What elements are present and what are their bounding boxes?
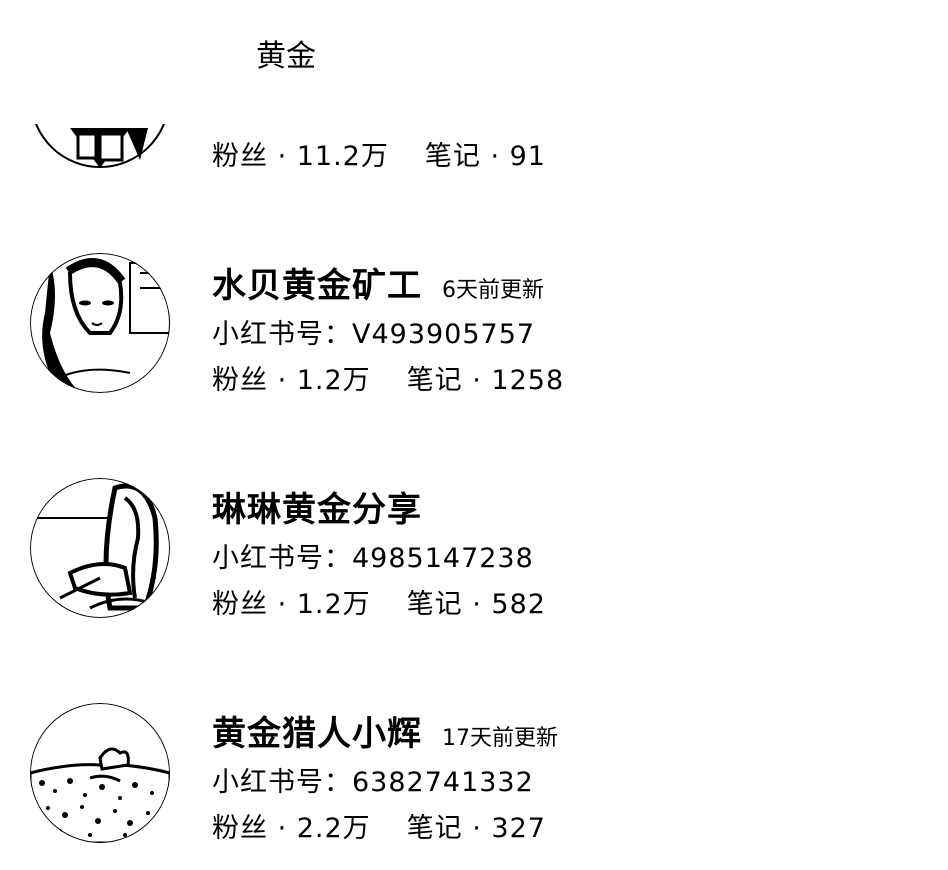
user-name-line: 水贝黄金矿工 6天前更新 [212, 258, 544, 307]
red-id: 小红书号：V493905757 [212, 319, 536, 350]
user-name[interactable]: 水贝黄金矿工 [212, 258, 422, 307]
woman-portrait-avatar-icon [30, 253, 170, 393]
red-id: 小红书号：4985147238 [212, 543, 534, 574]
updated-badge: 17天前更新 [442, 726, 558, 751]
section-keyword: 黄金 [256, 39, 316, 74]
fans-notes-line: 粉丝 · 2.2万 笔记 · 327 [212, 806, 546, 845]
landscape-rocks-avatar-icon [30, 703, 170, 843]
fans-count: 粉丝 · 2.2万 [212, 813, 371, 844]
user-name-line: 黄金猎人小辉 17天前更新 [212, 706, 558, 755]
user-name[interactable]: 琳琳黄金分享 [212, 482, 422, 531]
fans-notes-line: 粉丝 · 1.2万 笔记 · 1258 [212, 358, 564, 397]
user-avatar[interactable] [30, 253, 170, 393]
fans-count: 粉丝 · 1.2万 [212, 589, 371, 620]
fans-notes-line: 粉丝 · 1.2万 笔记 · 582 [212, 582, 546, 621]
updated-badge: 6天前更新 [442, 278, 544, 303]
notes-count: 笔记 · 582 [406, 589, 546, 620]
notes-count: 笔记 · 1258 [406, 365, 565, 396]
woman-sitting-avatar-icon [30, 478, 170, 618]
notes-count: 笔记 · 91 [424, 141, 546, 172]
avatar-partial[interactable] [30, 28, 170, 168]
fans-count: 粉丝 · 1.2万 [212, 365, 371, 396]
fans-count: 粉丝 · 11.2万 [212, 141, 389, 172]
fans-notes-line: 粉丝 · 11.2万 笔记 · 91 [212, 134, 546, 173]
user-name[interactable]: 黄金猎人小辉 [212, 706, 422, 755]
notes-count: 笔记 · 327 [406, 813, 546, 844]
user-avatar[interactable] [30, 478, 170, 618]
user-avatar[interactable] [30, 703, 170, 843]
red-id: 小红书号：6382741332 [212, 767, 534, 798]
user-name-line: 琳琳黄金分享 [212, 482, 422, 531]
